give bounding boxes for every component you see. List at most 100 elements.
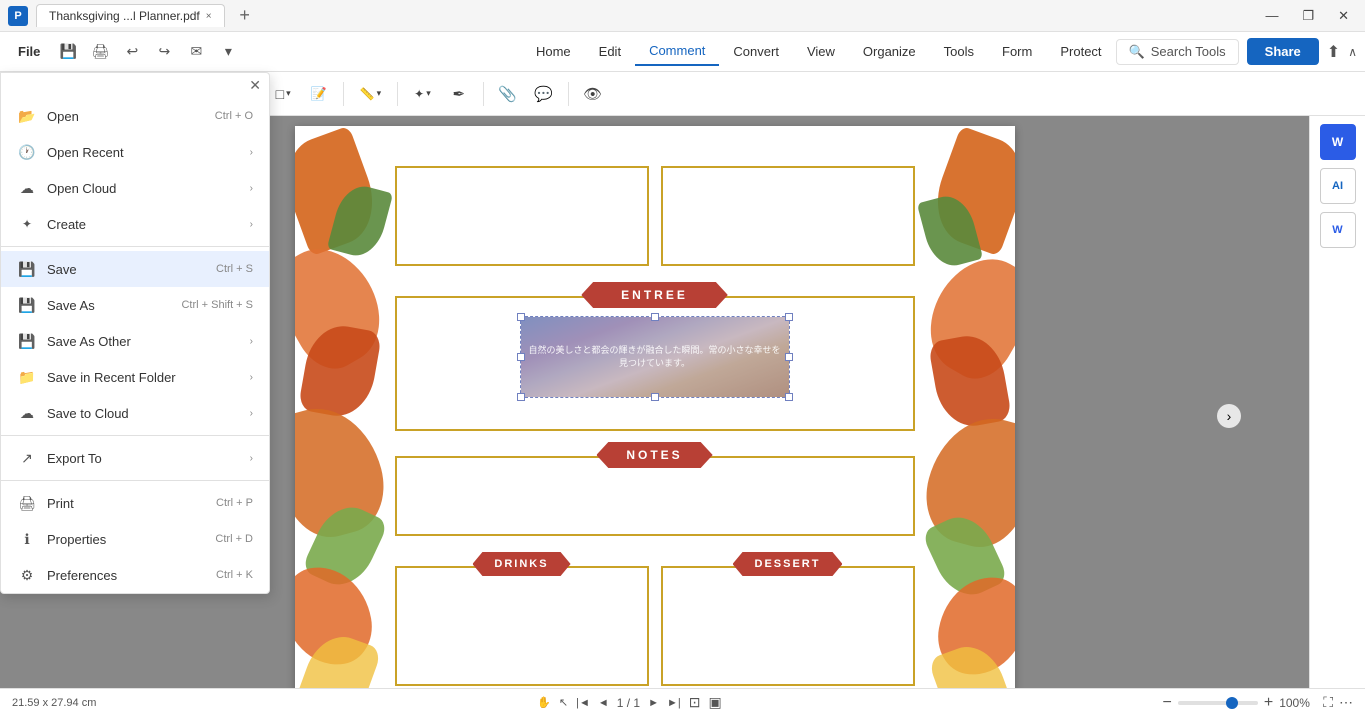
export-icon: ↗ [17,448,37,468]
handle-lm[interactable] [517,353,525,361]
save-as-label: Save As [47,298,181,313]
nav-right-arrow[interactable]: › [1217,404,1241,428]
next-page-arrow[interactable]: ► [648,697,659,709]
word-icon-2[interactable]: W [1320,212,1356,248]
pdf-page: ENTREE 自然の美しさと都会の輝きが融合した瞬間。常の小さな幸せを見つけてい… [295,126,1015,716]
sticky-note-tool-btn[interactable]: 📝 [303,78,335,110]
save-shortcut: Ctrl + S [216,263,253,275]
mail-icon-btn[interactable]: ✉ [182,38,210,66]
next-page-btn[interactable]: ►| [667,697,681,709]
handle-br[interactable] [785,393,793,401]
print-menu-item[interactable]: 🖨 Print Ctrl + P [1,485,269,521]
create-menu-item[interactable]: ✦ Create › [1,206,269,242]
expand-icon[interactable]: ∧ [1348,45,1357,59]
separator-4 [343,82,344,106]
menu-form[interactable]: Form [988,38,1046,65]
restore-button[interactable]: ❐ [1294,4,1322,28]
undo-icon-btn[interactable]: ↩ [118,38,146,66]
dropdown-close-btn[interactable]: ✕ [249,77,261,94]
handle-bl[interactable] [517,393,525,401]
save-to-cloud-icon: ☁ [17,403,37,423]
new-tab-button[interactable]: + [233,4,257,28]
fit-page-btn[interactable]: ⊡ [689,694,701,711]
save-as-other-arrow: › [250,336,253,347]
share-button[interactable]: Share [1247,38,1319,65]
rectangle-tool-btn[interactable]: □ ▾ [268,82,299,106]
notes-banner: NOTES [596,442,712,468]
more-options-btn[interactable]: ⋯ [1339,694,1353,711]
menu-comment[interactable]: Comment [635,37,719,66]
search-tools-label: Search Tools [1151,44,1226,59]
fullscreen-btn[interactable]: ⛶ [1323,694,1333,711]
save-icon-btn[interactable]: 💾 [54,38,82,66]
export-to-menu-item[interactable]: ↗ Export To › [1,440,269,476]
selected-image[interactable]: 自然の美しさと都会の輝きが融合した瞬間。常の小さな幸せを見つけています。 [520,316,790,398]
word-plugin-icon[interactable]: W [1320,124,1356,160]
attachment-tool-btn[interactable]: 📎 [492,78,524,110]
document-tab[interactable]: Thanksgiving ...l Planner.pdf × [36,4,225,27]
save-label: Save [47,262,216,277]
save-menu-item[interactable]: 💾 Save Ctrl + S [1,251,269,287]
open-cloud-menu-item[interactable]: ☁ Open Cloud › [1,170,269,206]
export-to-label: Export To [47,451,242,466]
bottom-center: ✋ ↖ |◄ ◄ 1 / 1 ► ►| ⊡ ▣ [104,694,1154,711]
signature-tool-btn[interactable]: ✒ [443,78,475,110]
handle-bm[interactable] [651,393,659,401]
page-mode-btn[interactable]: ▣ [708,694,721,711]
save-as-menu-item[interactable]: 💾 Save As Ctrl + Shift + S [1,287,269,323]
separator-5 [397,82,398,106]
preferences-icon: ⚙ [17,565,37,585]
comment-tool-btn[interactable]: 💬 [528,78,560,110]
preferences-menu-item[interactable]: ⚙ Preferences Ctrl + K [1,557,269,593]
zoom-out-btn[interactable]: − [1163,694,1172,712]
print-icon-btn[interactable]: 🖨 [86,38,114,66]
image-content: 自然の美しさと都会の輝きが融合した瞬間。常の小さな幸せを見つけています。 [521,317,789,397]
dessert-banner: DESSERT [733,552,843,576]
hand-tool-btn[interactable]: ✋ [537,696,551,709]
open-menu-item[interactable]: 📂 Open Ctrl + O [1,98,269,134]
menu-tools[interactable]: Tools [930,38,988,65]
open-recent-label: Open Recent [47,145,242,160]
separator-after-export [1,480,269,481]
select-tool-btn[interactable]: ↖ [559,696,568,709]
search-tools-btn[interactable]: 🔍 Search Tools [1116,39,1239,65]
prev-page-btn[interactable]: |◄ [576,697,590,709]
save-as-other-menu-item[interactable]: 💾 Save As Other › [1,323,269,359]
open-icon: 📂 [17,106,37,126]
close-button[interactable]: ✕ [1330,4,1357,28]
save-as-other-icon: 💾 [17,331,37,351]
menu-edit[interactable]: Edit [585,38,635,65]
print-icon: 🖨 [17,493,37,513]
drinks-banner: DRINKS [472,552,570,576]
zoom-thumb[interactable] [1226,697,1238,709]
save-as-shortcut: Ctrl + Shift + S [181,299,253,311]
handle-tr[interactable] [785,313,793,321]
file-menu[interactable]: File [8,40,50,63]
handle-rm[interactable] [785,353,793,361]
minimize-button[interactable]: — [1257,4,1286,27]
properties-menu-item[interactable]: ℹ Properties Ctrl + D [1,521,269,557]
redo-icon-btn[interactable]: ↪ [150,38,178,66]
prev-page-arrow[interactable]: ◄ [598,697,609,709]
eye-tool-btn[interactable]: 👁 [577,78,609,110]
handle-tm[interactable] [651,313,659,321]
menu-view[interactable]: View [793,38,849,65]
handle-tl[interactable] [517,313,525,321]
open-recent-menu-item[interactable]: 🕐 Open Recent › [1,134,269,170]
upload-icon[interactable]: ⬆ [1327,42,1340,62]
menu-protect[interactable]: Protect [1046,38,1115,65]
stamp-tool-btn[interactable]: ✦ ▾ [406,83,439,105]
bottom-bar: 21.59 x 27.94 cm ✋ ↖ |◄ ◄ 1 / 1 ► ►| ⊡ ▣… [0,688,1365,716]
save-to-cloud-menu-item[interactable]: ☁ Save to Cloud › [1,395,269,431]
menu-convert[interactable]: Convert [719,38,793,65]
zoom-slider[interactable] [1178,701,1258,705]
menu-home[interactable]: Home [522,38,585,65]
save-in-recent-folder-menu-item[interactable]: 📁 Save in Recent Folder › [1,359,269,395]
ai-icon[interactable]: AI [1320,168,1356,204]
zoom-in-btn[interactable]: + [1264,694,1273,712]
more-icon-btn[interactable]: ▾ [214,38,242,66]
menu-organize[interactable]: Organize [849,38,930,65]
print-label: Print [47,496,216,511]
tab-close-button[interactable]: × [206,11,212,22]
measure-tool-btn[interactable]: 📏 ▾ [352,83,389,105]
